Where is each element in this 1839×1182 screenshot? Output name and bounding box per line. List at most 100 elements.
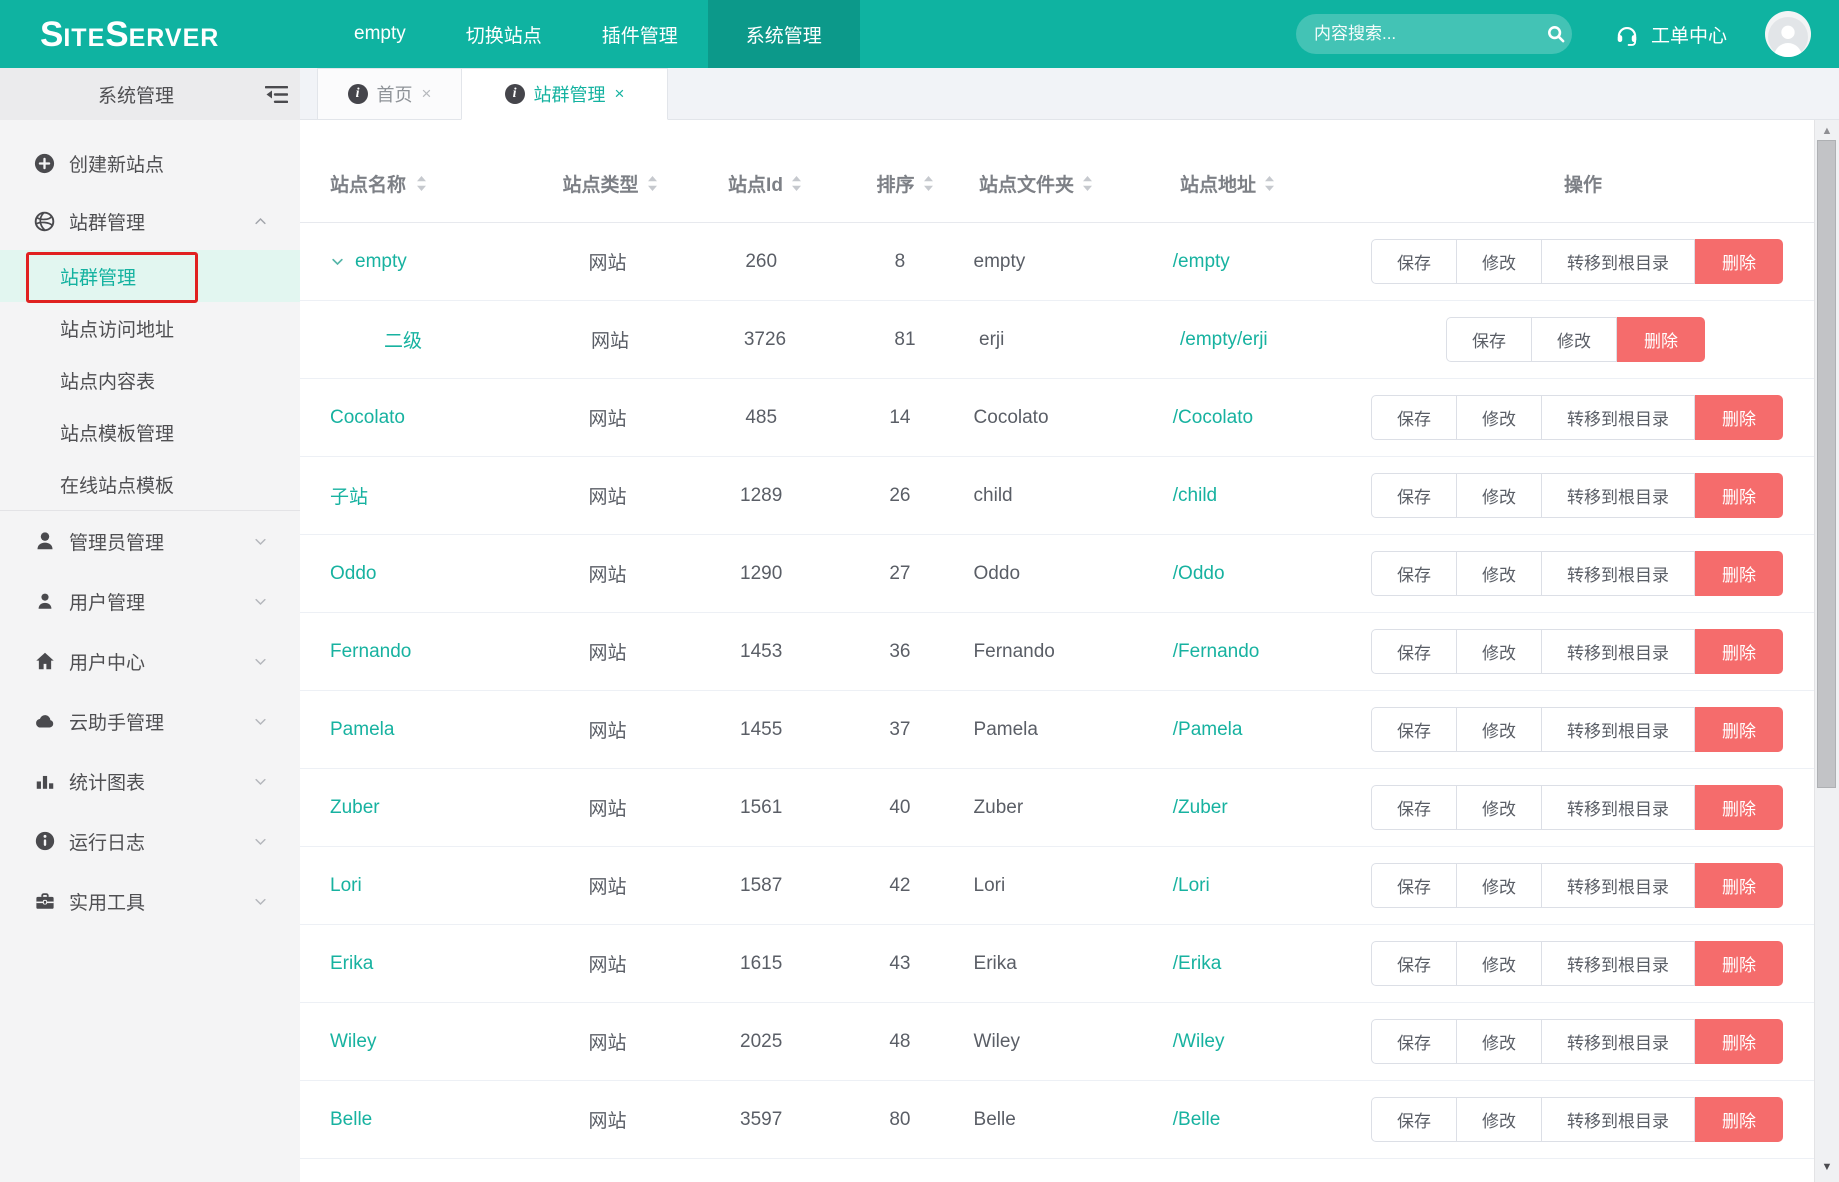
modify-button[interactable]: 修改 (1457, 473, 1542, 518)
nav-item-switch-site[interactable]: 切换站点 (436, 0, 572, 68)
site-url-link[interactable]: /Lori (1173, 875, 1210, 897)
modify-button[interactable]: 修改 (1457, 395, 1542, 440)
site-name-link[interactable]: Cocolato (330, 407, 405, 429)
sort-icon[interactable] (416, 175, 427, 192)
delete-button[interactable]: 删除 (1695, 1019, 1783, 1064)
modify-button[interactable]: 修改 (1457, 551, 1542, 596)
sidebar-item-admin-management[interactable]: 管理员管理 (0, 511, 300, 571)
modify-button[interactable]: 修改 (1457, 1097, 1542, 1142)
sidebar-item-run-logs[interactable]: 运行日志 (0, 811, 300, 871)
move-to-root-button[interactable]: 转移到根目录 (1542, 551, 1695, 596)
move-to-root-button[interactable]: 转移到根目录 (1542, 239, 1695, 284)
sidebar-subitem-site-content-tables[interactable]: 站点内容表 (0, 354, 300, 406)
tab-home[interactable]: i 首页 × (317, 68, 461, 120)
move-to-root-button[interactable]: 转移到根目录 (1542, 707, 1695, 752)
sidebar-subitem-site-group-management[interactable]: 站群管理 (0, 250, 300, 302)
delete-button[interactable]: 删除 (1695, 239, 1783, 284)
siteserver-logo[interactable]: SITESERVER (40, 17, 268, 52)
delete-button[interactable]: 删除 (1695, 395, 1783, 440)
save-button[interactable]: 保存 (1371, 551, 1457, 596)
close-icon[interactable]: × (422, 84, 432, 104)
sort-icon[interactable] (1264, 175, 1275, 192)
site-name-link[interactable]: Erika (330, 953, 373, 975)
column-header-site-name[interactable]: 站点名称 (300, 170, 550, 197)
site-name-link[interactable]: Zuber (330, 797, 380, 819)
modify-button[interactable]: 修改 (1457, 863, 1542, 908)
move-to-root-button[interactable]: 转移到根目录 (1542, 1019, 1695, 1064)
modify-button[interactable]: 修改 (1457, 239, 1542, 284)
nav-item-empty[interactable]: empty (324, 0, 436, 68)
column-header-site-folder[interactable]: 站点文件夹 (950, 170, 1180, 197)
search-input[interactable] (1312, 23, 1537, 45)
site-name-link[interactable]: Fernando (330, 641, 411, 663)
save-button[interactable]: 保存 (1371, 629, 1457, 674)
delete-button[interactable]: 删除 (1695, 785, 1783, 830)
move-to-root-button[interactable]: 转移到根目录 (1542, 785, 1695, 830)
close-icon[interactable]: × (615, 84, 625, 104)
save-button[interactable]: 保存 (1371, 1097, 1457, 1142)
save-button[interactable]: 保存 (1371, 707, 1457, 752)
delete-button[interactable]: 删除 (1695, 863, 1783, 908)
menu-fold-icon[interactable] (265, 85, 288, 104)
sidebar-item-create-site[interactable]: 创建新站点 (0, 134, 300, 192)
sidebar-item-cloud-assistant[interactable]: 云助手管理 (0, 691, 300, 751)
scroll-up-icon[interactable]: ▲ (1815, 125, 1839, 137)
save-button[interactable]: 保存 (1371, 785, 1457, 830)
site-url-link[interactable]: /empty (1173, 251, 1230, 273)
site-name-link[interactable]: Belle (330, 1109, 372, 1131)
modify-button[interactable]: 修改 (1457, 785, 1542, 830)
save-button[interactable]: 保存 (1446, 317, 1532, 362)
site-url-link[interactable]: /Wiley (1173, 1031, 1225, 1053)
delete-button[interactable]: 删除 (1695, 941, 1783, 986)
site-url-link[interactable]: /Erika (1173, 953, 1222, 975)
save-button[interactable]: 保存 (1371, 1019, 1457, 1064)
delete-button[interactable]: 删除 (1617, 317, 1705, 362)
modify-button[interactable]: 修改 (1457, 629, 1542, 674)
vertical-scrollbar[interactable]: ▲ ▼ (1814, 120, 1839, 1182)
site-name-link[interactable]: Lori (330, 875, 362, 897)
modify-button[interactable]: 修改 (1457, 707, 1542, 752)
move-to-root-button[interactable]: 转移到根目录 (1542, 941, 1695, 986)
site-url-link[interactable]: /Oddo (1173, 563, 1225, 585)
site-name-link[interactable]: empty (355, 251, 407, 273)
sidebar-item-utilities[interactable]: 实用工具 (0, 871, 300, 931)
move-to-root-button[interactable]: 转移到根目录 (1542, 395, 1695, 440)
sort-icon[interactable] (1082, 175, 1093, 192)
save-button[interactable]: 保存 (1371, 863, 1457, 908)
sidebar-item-user-center[interactable]: 用户中心 (0, 631, 300, 691)
tab-site-group-management[interactable]: i 站群管理 × (461, 68, 668, 120)
site-url-link[interactable]: /Fernando (1173, 641, 1260, 663)
sidebar-subitem-site-access-url[interactable]: 站点访问地址 (0, 302, 300, 354)
move-to-root-button[interactable]: 转移到根目录 (1542, 863, 1695, 908)
nav-item-system-management[interactable]: 系统管理 (708, 0, 860, 68)
sort-icon[interactable] (647, 175, 658, 192)
modify-button[interactable]: 修改 (1457, 941, 1542, 986)
site-url-link[interactable]: /Pamela (1173, 719, 1243, 741)
site-name-link[interactable]: Pamela (330, 719, 394, 741)
move-to-root-button[interactable]: 转移到根目录 (1542, 629, 1695, 674)
delete-button[interactable]: 删除 (1695, 1097, 1783, 1142)
nav-item-plugin-management[interactable]: 插件管理 (572, 0, 708, 68)
site-url-link[interactable]: /Belle (1173, 1109, 1221, 1131)
delete-button[interactable]: 删除 (1695, 473, 1783, 518)
column-header-site-id[interactable]: 站点Id (670, 170, 860, 197)
site-name-link[interactable]: Wiley (330, 1031, 376, 1053)
sidebar-item-user-management[interactable]: 用户管理 (0, 571, 300, 631)
site-url-link[interactable]: /Cocolato (1173, 407, 1253, 429)
sort-icon[interactable] (791, 175, 802, 192)
save-button[interactable]: 保存 (1371, 473, 1457, 518)
sidebar-item-site-group[interactable]: 站群管理 (0, 192, 300, 250)
move-to-root-button[interactable]: 转移到根目录 (1542, 473, 1695, 518)
site-url-link[interactable]: /Zuber (1173, 797, 1228, 819)
scroll-down-icon[interactable]: ▼ (1815, 1161, 1839, 1173)
column-header-site-address[interactable]: 站点地址 (1180, 170, 1380, 197)
column-header-site-type[interactable]: 站点类型 (550, 170, 670, 197)
delete-button[interactable]: 删除 (1695, 629, 1783, 674)
modify-button[interactable]: 修改 (1457, 1019, 1542, 1064)
avatar[interactable] (1765, 11, 1811, 57)
search-icon[interactable] (1545, 23, 1567, 45)
delete-button[interactable]: 删除 (1695, 707, 1783, 752)
save-button[interactable]: 保存 (1371, 239, 1457, 284)
site-url-link[interactable]: /empty/erji (1180, 329, 1268, 351)
move-to-root-button[interactable]: 转移到根目录 (1542, 1097, 1695, 1142)
